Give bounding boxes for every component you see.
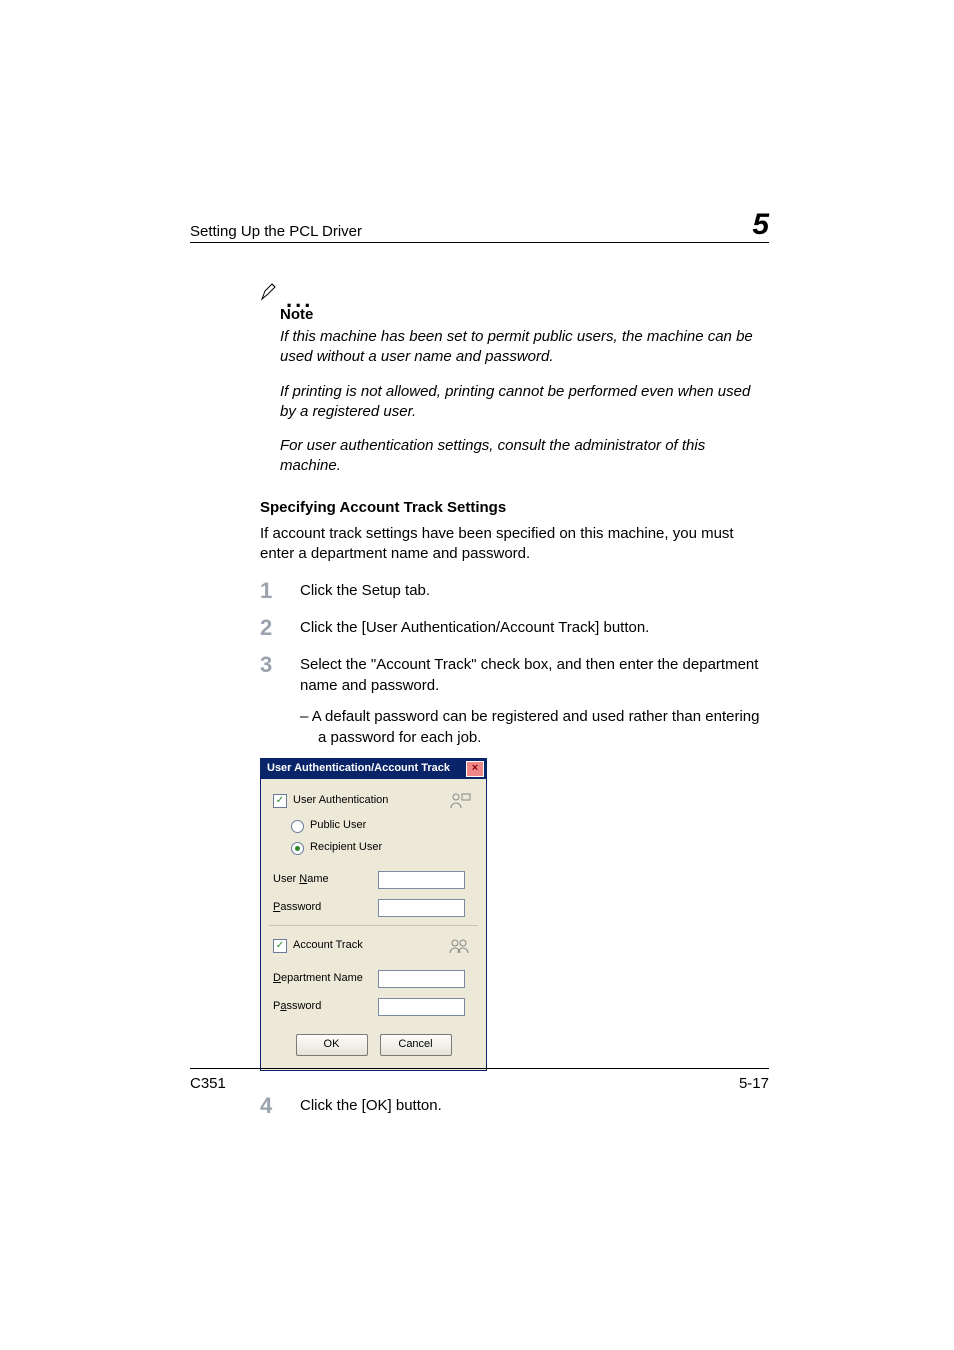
- step-3: Select the "Account Track" check box, an…: [260, 654, 769, 1071]
- section-intro: If account track settings have been spec…: [260, 524, 769, 565]
- password2-label: Password: [273, 999, 378, 1014]
- running-header: Setting Up the PCL Driver 5: [190, 210, 769, 243]
- step-2: Click the [User Authentication/Account T…: [260, 617, 769, 638]
- account-track-checkbox[interactable]: ✓: [273, 939, 287, 953]
- user-auth-label: User Authentication: [293, 793, 388, 808]
- footer-page: 5-17: [739, 1075, 769, 1092]
- step-3-sub: A default password can be registered and…: [300, 706, 769, 748]
- step-4: Click the [OK] button.: [260, 1095, 769, 1116]
- note-paragraph-2: If printing is not allowed, printing can…: [280, 382, 769, 423]
- dialog-titlebar: User Authentication/Account Track ×: [261, 759, 486, 779]
- user-auth-checkbox[interactable]: ✓: [273, 794, 287, 808]
- users-icon: [446, 791, 474, 811]
- password-label: Password: [273, 900, 378, 915]
- user-name-label: User Name: [273, 872, 378, 887]
- footer-model: C351: [190, 1075, 226, 1092]
- public-user-radio[interactable]: [291, 820, 304, 833]
- password2-input[interactable]: [378, 998, 465, 1016]
- pencil-icon: [260, 281, 280, 306]
- public-user-label: Public User: [310, 818, 366, 833]
- recipient-user-radio[interactable]: [291, 842, 304, 855]
- chapter-number: 5: [752, 210, 769, 240]
- section-heading: Specifying Account Track Settings: [260, 499, 769, 516]
- ok-button[interactable]: OK: [296, 1034, 368, 1056]
- separator: [269, 925, 478, 926]
- department-name-label: Department Name: [273, 971, 378, 986]
- account-track-label: Account Track: [293, 938, 363, 953]
- department-name-input[interactable]: [378, 970, 465, 988]
- auth-dialog: User Authentication/Account Track × ✓ Us…: [260, 758, 487, 1071]
- user-name-input[interactable]: [378, 871, 465, 889]
- group-icon: [446, 936, 474, 956]
- note-paragraph-1: If this machine has been set to permit p…: [280, 327, 769, 368]
- note-paragraph-3: For user authentication settings, consul…: [280, 436, 769, 477]
- step-1: Click the Setup tab.: [260, 580, 769, 601]
- dialog-title: User Authentication/Account Track: [267, 761, 450, 776]
- close-button[interactable]: ×: [466, 761, 484, 777]
- note-block: ... Note If this machine has been set to…: [260, 281, 769, 477]
- cancel-button[interactable]: Cancel: [380, 1034, 452, 1056]
- note-heading: Note: [280, 306, 769, 323]
- recipient-user-label: Recipient User: [310, 840, 382, 855]
- running-title: Setting Up the PCL Driver: [190, 223, 362, 240]
- password-input[interactable]: [378, 899, 465, 917]
- page-footer: C351 5-17: [190, 1068, 769, 1092]
- ellipsis-icon: ...: [286, 293, 313, 306]
- steps-list: Click the Setup tab. Click the [User Aut…: [260, 580, 769, 1116]
